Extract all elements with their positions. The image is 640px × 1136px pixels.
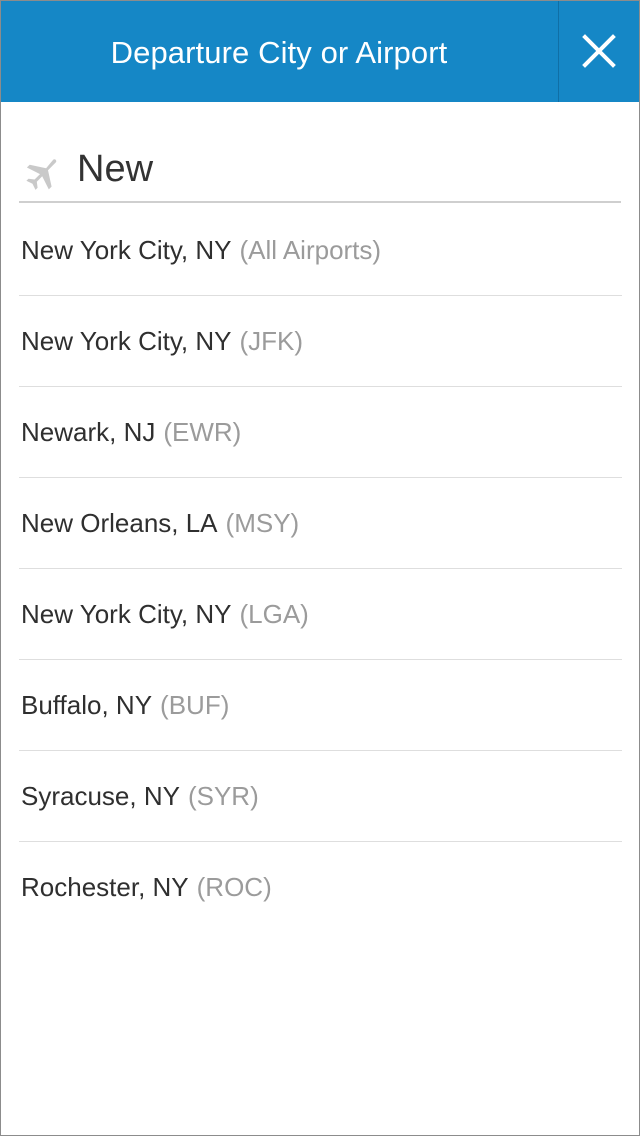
result-city: Rochester, NY — [21, 872, 189, 902]
result-city: Syracuse, NY — [21, 780, 180, 811]
result-city: New York City, NY — [21, 598, 232, 629]
result-row[interactable]: New York City, NY (LGA) — [19, 569, 622, 660]
result-city: Buffalo, NY — [21, 689, 153, 720]
result-code: (ROC) — [196, 872, 272, 902]
result-code: (MSY) — [225, 507, 300, 538]
result-city: New York City, NY — [21, 325, 232, 356]
result-row[interactable]: Newark, NJ (EWR) — [19, 387, 622, 478]
result-code: (BUF) — [160, 689, 230, 720]
result-code: (All Airports) — [239, 234, 382, 265]
page-title: Departure City or Airport — [110, 35, 448, 70]
result-row[interactable]: New Orleans, LA (MSY) — [19, 478, 622, 569]
result-code: (SYR) — [187, 780, 259, 811]
close-icon — [582, 34, 616, 68]
header-bar: Departure City or Airport — [1, 1, 639, 102]
result-row[interactable]: Syracuse, NY (SYR) — [19, 751, 622, 842]
result-code: (JFK) — [239, 325, 304, 356]
result-city: New Orleans, LA — [21, 507, 218, 538]
search-input[interactable] — [77, 143, 597, 195]
close-button[interactable] — [558, 1, 639, 102]
result-code: (EWR) — [163, 416, 242, 447]
result-city: New York City, NY — [21, 234, 232, 265]
result-row[interactable]: Rochester, NY (ROC) — [19, 842, 622, 933]
search-field[interactable] — [19, 131, 621, 203]
departure-picker-screen: Departure City or Airport New York City,… — [0, 0, 640, 1136]
result-row[interactable]: New York City, NY (All Airports) — [19, 205, 622, 296]
plane-icon — [26, 159, 57, 190]
result-row[interactable]: Buffalo, NY (BUF) — [19, 660, 622, 751]
result-code: (LGA) — [239, 598, 309, 629]
results-list: New York City, NY (All Airports) New Yor… — [19, 205, 622, 933]
result-row[interactable]: New York City, NY (JFK) — [19, 296, 622, 387]
result-city: Newark, NJ — [21, 416, 156, 447]
